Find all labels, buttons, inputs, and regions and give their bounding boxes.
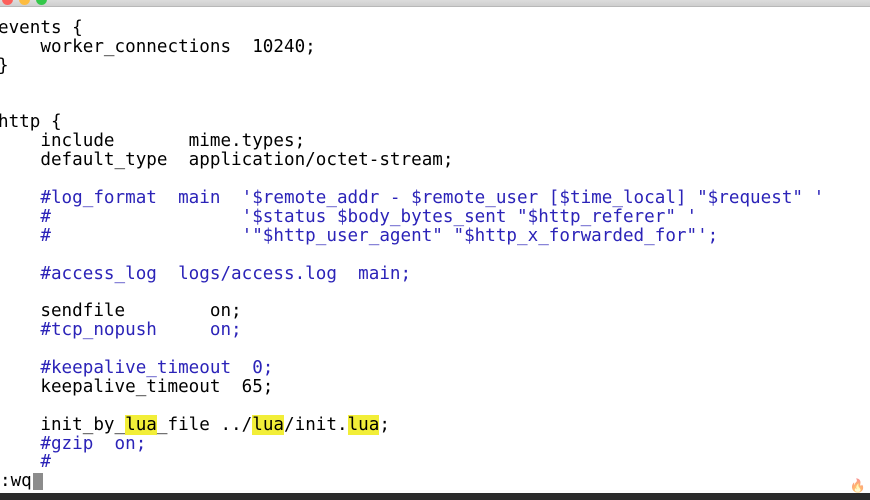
code-line: }	[0, 56, 870, 76]
init-line-prefix: init_by_	[0, 414, 126, 435]
code-line: include mime.types;	[0, 131, 306, 152]
vim-editor-buffer[interactable]: events { worker_connections 10240; } htt…	[0, 19, 870, 472]
comment-line: #tcp_nopush on;	[0, 320, 242, 341]
bottom-bar	[0, 493, 870, 500]
comment-line: #log_format main '$remote_addr - $remote…	[0, 188, 825, 209]
comment-line: #access_log logs/access.log main;	[0, 263, 412, 284]
code-line: sendfile on;	[0, 301, 242, 322]
search-highlight: lua	[125, 414, 157, 435]
code-line: events {	[0, 18, 83, 38]
flame-logo-icon: 🔥	[849, 479, 866, 494]
block-cursor	[32, 472, 43, 490]
comment-line: #	[0, 452, 51, 473]
init-line-text: /init.	[284, 414, 348, 435]
code-line: keepalive_timeout 65;	[0, 376, 274, 397]
title-bar	[0, 0, 870, 7]
init-line-suffix: ;	[379, 414, 390, 435]
comment-line: #keepalive_timeout 0;	[0, 358, 274, 379]
comment-line: # '"$http_user_agent" "$http_x_forwarded…	[0, 225, 719, 246]
search-highlight: lua	[252, 414, 285, 435]
terminal-window: events { worker_connections 10240; } htt…	[0, 0, 870, 500]
window-controls	[2, 0, 47, 5]
code-line: worker_connections 10240;	[0, 36, 316, 57]
comment-line: #gzip on;	[0, 433, 147, 454]
init-line-text: _file ../	[156, 414, 253, 435]
command-text: :wq	[0, 471, 32, 491]
comment-line: # '$status $body_bytes_sent "$http_refer…	[0, 206, 698, 227]
minimize-window-icon[interactable]	[19, 0, 30, 5]
close-window-icon[interactable]	[2, 0, 13, 5]
search-highlight: lua	[347, 414, 380, 435]
zoom-window-icon[interactable]	[36, 0, 47, 5]
init-by-lua-line: init_by_lua_file ../lua/init.lua;	[0, 414, 870, 435]
vim-command-line[interactable]: :wq	[0, 472, 43, 491]
code-line: http {	[0, 112, 62, 133]
code-line: default_type application/octet-stream;	[0, 150, 454, 171]
